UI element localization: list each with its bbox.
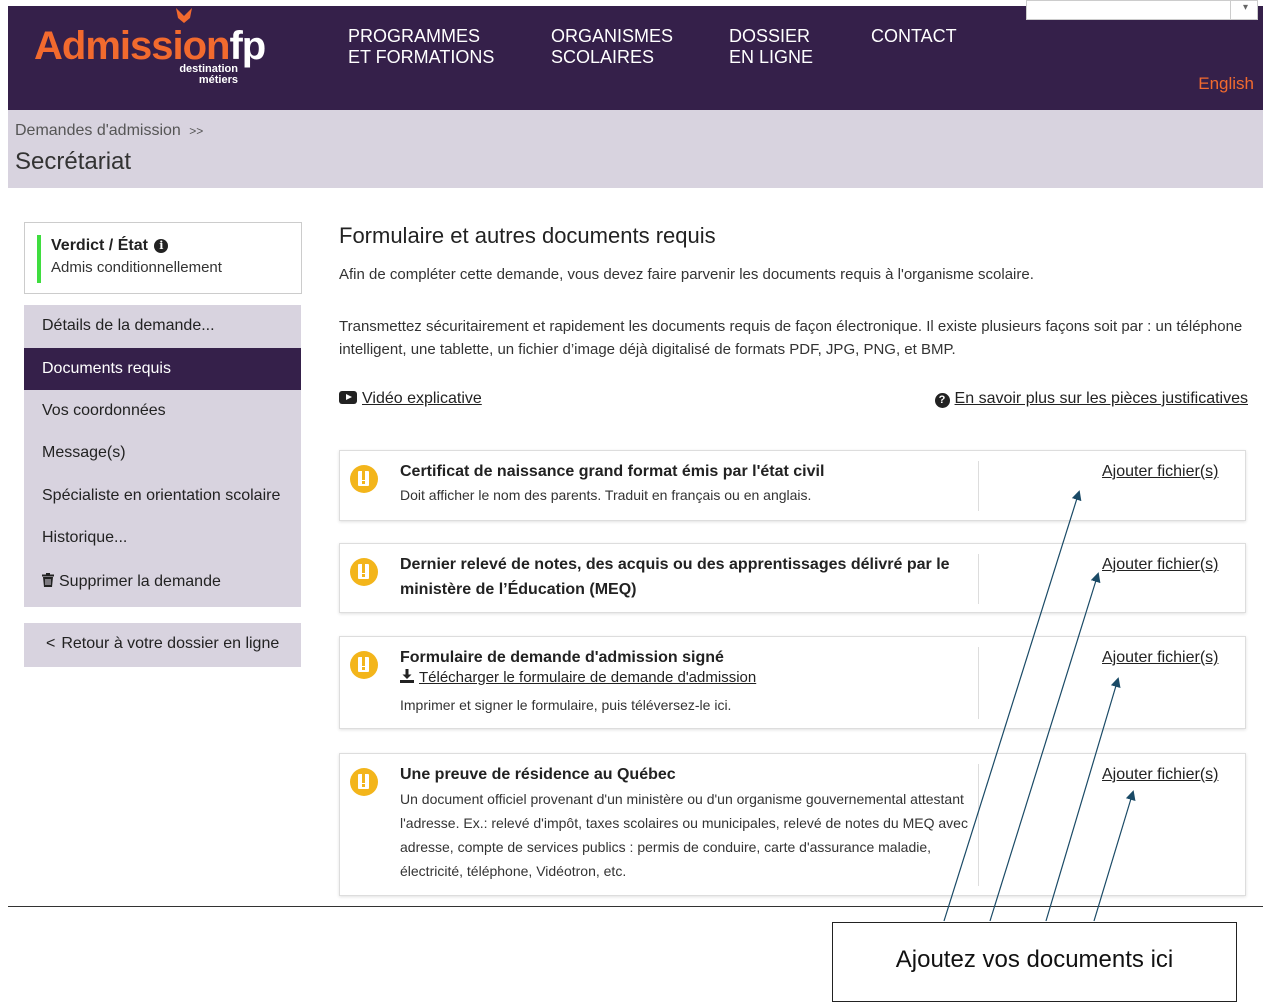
chevron-down-icon: ▾ (1242, 2, 1248, 13)
verdict-status: Admis conditionnellement (51, 259, 222, 276)
language-toggle-link[interactable]: English (1198, 74, 1254, 94)
admissionfp-logo[interactable]: Admissionfp destination métiers (34, 8, 266, 90)
back-to-dossier-button[interactable]: < Retour à votre dossier en ligne (24, 623, 301, 667)
card-divider (978, 554, 979, 604)
verdict-panel: Verdict / État i Admis conditionnellemen… (24, 222, 302, 294)
intro-text: Afin de compléter cette demande, vous de… (339, 266, 1034, 283)
page-header-band: Demandes d'admission >> Secrétariat (8, 110, 1263, 188)
download-form-link[interactable]: Télécharger le formulaire de demande d'a… (400, 669, 756, 687)
pending-document-icon (350, 768, 378, 796)
sidebar-item-label: Supprimer la demande (59, 573, 221, 590)
document-card-releve: Dernier relevé de notes, des acquis ou d… (339, 543, 1246, 613)
video-link[interactable]: Vidéo explicative (339, 390, 482, 408)
sidebar-item-messages[interactable]: Message(s) (24, 432, 301, 474)
breadcrumb-parent-link[interactable]: Demandes d'admission (15, 122, 181, 139)
add-files-link[interactable]: Ajouter fichier(s) (1102, 463, 1218, 481)
sidebar-item-specialiste[interactable]: Spécialiste en orientation scolaire (24, 475, 301, 517)
horizontal-rule (8, 906, 1263, 907)
breadcrumb-separator: >> (189, 124, 204, 138)
verdict-title: Verdict / État i (51, 237, 169, 255)
document-card-formulaire: Formulaire de demande d'admission signé … (339, 636, 1246, 729)
question-circle-icon: ? (934, 393, 950, 408)
annotation-callout: Ajoutez vos documents ici (832, 922, 1237, 1002)
help-links-row: Vidéo explicative ? En savoir plus sur le… (339, 390, 1248, 412)
sidebar-item-details[interactable]: Détails de la demande... (24, 305, 301, 347)
section-title: Formulaire et autres documents requis (339, 223, 716, 248)
document-card-certificat: Certificat de naissance grand format émi… (339, 450, 1246, 521)
header-select[interactable]: ▾ (1026, 0, 1258, 20)
pending-document-icon (350, 558, 378, 586)
sidebar-item-coordonnees[interactable]: Vos coordonnées (24, 390, 301, 432)
document-description: Imprimer et signer le formulaire, puis t… (400, 697, 732, 713)
info-pieces-link[interactable]: ? En savoir plus sur les pièces justifica… (934, 390, 1248, 408)
add-files-link[interactable]: Ajouter fichier(s) (1102, 649, 1218, 667)
card-divider (978, 647, 979, 719)
pending-document-icon (350, 651, 378, 679)
document-title: Certificat de naissance grand format émi… (400, 463, 825, 480)
page-title: Secrétariat (15, 148, 132, 175)
add-files-link[interactable]: Ajouter fichier(s) (1102, 556, 1218, 574)
document-title: Formulaire de demande d'admission signé (400, 649, 724, 666)
card-divider (978, 764, 979, 886)
sidebar-item-historique[interactable]: Historique... (24, 517, 301, 559)
chevron-left-icon: < (46, 635, 56, 652)
youtube-icon (339, 391, 357, 404)
select-divider (1230, 1, 1231, 19)
document-description: Doit afficher le nom des parents. Tradui… (400, 487, 812, 503)
trash-icon (42, 573, 54, 587)
document-title: Dernier relevé de notes, des acquis ou d… (400, 556, 950, 598)
back-label: Retour à votre dossier en ligne (61, 635, 280, 652)
document-title: Une preuve de résidence au Québec (400, 766, 676, 783)
sidebar-menu: Détails de la demande... Documents requi… (24, 305, 301, 607)
nav-programmes[interactable]: PROGRAMMES ET FORMATIONS (348, 26, 494, 68)
logo-tagline: destination métiers (179, 63, 238, 86)
card-divider (978, 461, 979, 511)
nav-organismes[interactable]: ORGANISMES SCOLAIRES (551, 26, 673, 68)
pending-document-icon (350, 465, 378, 493)
sidebar-item-supprimer[interactable]: Supprimer la demande (24, 561, 301, 603)
instructions-text: Transmettez sécuritairement et rapidemen… (339, 318, 1243, 358)
fox-logo-icon (176, 8, 192, 23)
document-card-residence: Une preuve de résidence au Québec Un doc… (339, 753, 1246, 896)
breadcrumb: Demandes d'admission >> (15, 122, 203, 140)
add-files-link[interactable]: Ajouter fichier(s) (1102, 766, 1218, 784)
info-icon[interactable]: i (154, 239, 169, 253)
status-indicator-bar (37, 235, 41, 283)
site-header: Admissionfp destination métiers PROGRAMME… (8, 0, 1263, 110)
download-icon (400, 669, 414, 683)
document-description: Un document officiel provenant d'un mini… (400, 791, 968, 879)
nav-dossier[interactable]: DOSSIER EN LIGNE (729, 26, 813, 68)
nav-contact[interactable]: CONTACT (871, 26, 957, 47)
sidebar-item-documents[interactable]: Documents requis (24, 348, 301, 390)
